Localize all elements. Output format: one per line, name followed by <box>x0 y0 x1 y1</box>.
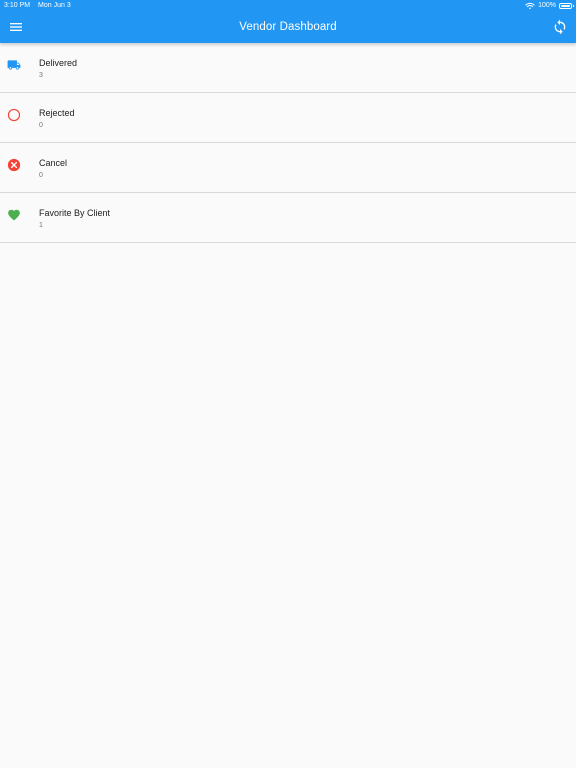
page-title: Vendor Dashboard <box>239 21 337 33</box>
app-header: 3:10 PM Mon Jun 3 100% Vendor Dashboard <box>0 0 576 43</box>
item-count: 0 <box>39 122 43 129</box>
item-count: 3 <box>39 72 43 79</box>
status-left: 3:10 PM Mon Jun 3 <box>4 0 77 12</box>
item-count: 1 <box>39 222 43 229</box>
list-item-favorite-by-client[interactable]: Favorite By Client 1 <box>0 193 576 243</box>
battery-icon <box>559 3 574 9</box>
status-bar: 3:10 PM Mon Jun 3 100% <box>0 0 576 12</box>
dashboard-list: Delivered 3 Rejected 0 Cancel 0 Favorite… <box>0 43 576 243</box>
cancel-icon <box>7 158 21 172</box>
list-item-delivered[interactable]: Delivered 3 <box>0 43 576 93</box>
app-bar: Vendor Dashboard <box>0 12 576 43</box>
status-right: 100% <box>525 0 574 12</box>
item-label: Delivered <box>39 58 78 68</box>
truck-icon <box>7 60 21 70</box>
circle-outline-icon <box>7 108 21 122</box>
heart-icon <box>8 209 20 221</box>
list-item-rejected[interactable]: Rejected 0 <box>0 93 576 143</box>
item-label: Favorite By Client <box>39 208 111 218</box>
battery-percent: 100% <box>538 2 556 9</box>
list-item-cancel[interactable]: Cancel 0 <box>0 143 576 193</box>
wifi-icon <box>525 2 535 10</box>
item-label: Cancel <box>39 158 68 168</box>
status-time: 3:10 PM <box>4 2 31 9</box>
status-date: Mon Jun 3 <box>38 2 71 9</box>
item-label: Rejected <box>39 108 75 118</box>
item-count: 0 <box>39 172 43 179</box>
refresh-icon[interactable] <box>552 19 568 35</box>
